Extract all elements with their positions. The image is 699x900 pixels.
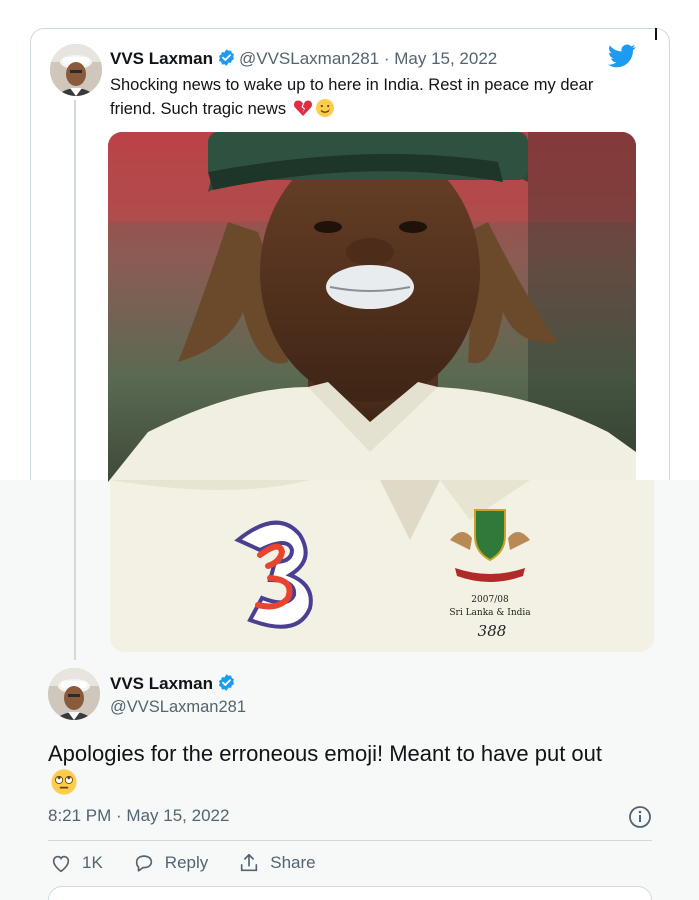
reply-author-avatar[interactable] [48,668,100,720]
like-button[interactable]: 1K [50,852,103,874]
tweet-photo[interactable] [108,132,636,482]
badge-line2: Sri Lanka & India [449,608,531,618]
separator: · [379,49,395,68]
badge-line1: 2007/08 [471,595,509,605]
smiling-with-tear-emoji-icon [315,98,335,125]
reply-timestamp[interactable]: 8:21 PM · May 15, 2022 [48,806,229,826]
reply-input-box[interactable] [48,886,652,900]
tweet-header: VVS Laxman @VVSLaxman281 · May 15, 2022 [110,48,497,72]
reply-header: VVS Laxman [110,673,239,697]
share-label: Share [270,853,316,872]
divider [48,840,652,841]
face-with-rolling-eyes-emoji-icon [50,768,78,803]
author-name[interactable]: VVS Laxman [110,49,213,68]
tweet-date[interactable]: May 15, 2022 [394,49,497,68]
avatar-photo-icon [50,44,102,96]
author-avatar[interactable] [50,44,102,96]
cricket-player-photo-icon [108,132,636,482]
share-icon [241,853,258,872]
reply-button[interactable]: Reply [133,852,208,874]
action-bar: 1K Reply Share [50,852,346,874]
reply-bubble-icon [135,855,152,872]
thread-line [74,100,76,660]
reply-author-name[interactable]: VVS Laxman [110,674,213,693]
reply-text-content: Apologies for the erroneous emoji! Meant… [48,741,603,766]
avatar-photo-icon [48,668,100,720]
reply-author-handle[interactable]: @VVSLaxman281 [110,698,246,717]
like-count: 1K [82,853,103,872]
tweet-photo-lower[interactable]: 2007/08 Sri Lanka & India 388 [110,480,654,652]
broken-heart-emoji-icon [293,98,313,125]
verified-badge-icon [217,673,236,697]
twitter-logo-icon[interactable] [607,44,636,73]
tweet-text: Shocking news to wake up to here in Indi… [110,73,630,125]
verified-badge-icon [217,48,236,72]
share-button[interactable]: Share [238,852,316,874]
badge-number: 388 [478,622,507,640]
tweet-text-content: Shocking news to wake up to here in Indi… [110,76,594,118]
cricket-shirt-photo-icon: 2007/08 Sri Lanka & India 388 [110,480,654,652]
heart-icon [52,855,70,873]
info-icon[interactable] [628,805,652,834]
reply-label: Reply [164,853,209,872]
reply-text: Apologies for the erroneous emoji! Meant… [48,740,668,803]
author-handle[interactable]: @VVSLaxman281 [239,49,379,68]
edge-mark [655,28,657,40]
